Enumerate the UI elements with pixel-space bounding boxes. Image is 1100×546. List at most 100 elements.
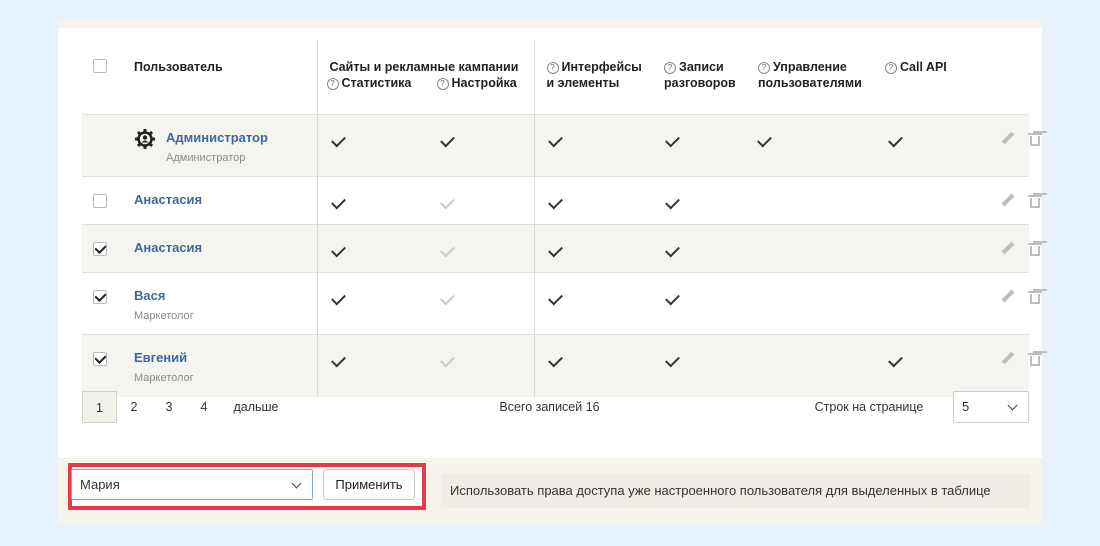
settings-cell [425,224,535,273]
stats-cell [317,115,425,177]
row-checkbox[interactable] [93,352,107,366]
user-management-cell [746,273,875,335]
check-icon [547,352,563,368]
check-icon [888,352,903,368]
check-icon [547,194,563,210]
question-circle-icon[interactable]: ? [758,62,770,74]
records-cell [652,225,746,273]
settings-cell [425,114,535,177]
source-user-value: Мария [80,477,120,492]
check-icon [665,132,680,148]
page-1-button[interactable]: 1 [82,391,117,423]
select-all-checkbox[interactable] [93,59,107,73]
check-icon [665,290,680,306]
chevron-down-icon [291,478,302,489]
user-name-link[interactable]: Евгений [134,350,317,365]
row-checkbox[interactable] [93,290,107,304]
check-icon [665,352,680,368]
check-icon [888,132,903,148]
interfaces-cell [534,273,652,335]
check-icon [330,290,346,306]
pencil-icon[interactable] [1001,242,1015,256]
check-icon [330,352,346,368]
next-page-link[interactable]: дальше [230,391,282,423]
table-row: Администратор Администратор [82,114,1042,177]
trash-icon[interactable] [1028,352,1042,366]
panel-top-strip [58,19,1042,28]
settings-cell [425,272,535,335]
gear-admin-icon [135,129,155,149]
rows-per-page-select[interactable]: 5 [953,391,1029,423]
user-name-link[interactable]: Администратор [166,130,317,145]
apply-button[interactable]: Применить [323,469,415,500]
header-records: ? Записи разговоров [664,60,736,90]
header-stats: ? Статистика [326,75,411,91]
trash-icon[interactable] [1028,132,1042,146]
user-role: Маркетолог [134,372,194,384]
table-row: Анастасия [82,224,1042,273]
question-circle-icon[interactable]: ? [436,78,449,90]
row-checkbox[interactable] [93,242,107,256]
trash-icon[interactable] [1028,290,1042,304]
pencil-icon[interactable] [1001,290,1015,304]
bulk-hint-text: Использовать права доступа уже настроенн… [441,474,1030,508]
call-api-cell [875,335,951,397]
pencil-icon[interactable] [1001,352,1015,366]
interfaces-cell [534,225,652,273]
interfaces-cell [534,335,652,397]
header-user: Пользователь [134,60,223,74]
source-user-select[interactable]: Мария [71,469,313,500]
rows-per-page-label: Строк на странице [814,400,924,414]
stats-cell [317,225,425,273]
page-3-button[interactable]: 3 [163,391,175,423]
header-interfaces: ? Интерфейсы и элементы [546,60,642,90]
header-settings: ? Настройка [436,75,517,91]
records-cell [652,115,746,177]
header-sites-group: Сайты и рекламные кампании [329,60,519,74]
check-icon [440,242,455,258]
total-records: Всего записей 16 [499,400,600,414]
question-circle-icon[interactable]: ? [326,78,339,90]
user-name-link[interactable]: Вася [134,288,317,303]
pagination-bar: 1 2 3 4 дальше Всего записей 16 Строк на… [82,391,1029,425]
settings-cell [425,176,535,225]
trash-icon[interactable] [1028,242,1042,256]
page-2-button[interactable]: 2 [128,391,140,423]
stats-cell [317,177,425,225]
user-management-cell [746,225,875,273]
stats-cell [317,273,425,335]
question-circle-icon[interactable]: ? [664,62,676,74]
header-user-management: ? Управление пользователями [758,60,862,90]
records-cell [652,273,746,335]
user-name-link[interactable]: Анастасия [134,192,317,207]
call-api-cell [875,225,951,273]
user-name-link[interactable]: Анастасия [134,240,317,255]
question-circle-icon[interactable]: ? [546,62,559,74]
table-row: Евгений Маркетолог [82,334,1042,397]
trash-icon[interactable] [1028,194,1042,208]
pencil-icon[interactable] [1001,132,1015,146]
user-permissions-panel: Пользователь Сайты и рекламные кампании … [58,19,1042,525]
pencil-icon[interactable] [1001,194,1015,208]
check-icon [757,132,772,148]
check-icon [330,132,346,148]
check-icon [440,132,455,148]
records-cell [652,177,746,225]
call-api-cell [875,273,951,335]
table-row: Анастасия [82,176,1042,225]
check-icon [665,194,680,210]
user-management-cell [746,115,875,177]
check-icon [440,194,455,210]
check-icon [665,242,680,258]
chevron-down-icon [1007,400,1018,411]
table-header-row: Пользователь Сайты и рекламные кампании … [82,40,1029,115]
question-circle-icon[interactable]: ? [885,62,897,74]
check-icon [547,132,563,148]
permissions-table: Пользователь Сайты и рекламные кампании … [82,40,1042,397]
user-management-cell [746,335,875,397]
interfaces-cell [534,177,652,225]
call-api-cell [875,115,951,177]
rows-per-page-value: 5 [962,399,970,414]
page-4-button[interactable]: 4 [198,391,210,423]
row-checkbox[interactable] [93,194,107,208]
